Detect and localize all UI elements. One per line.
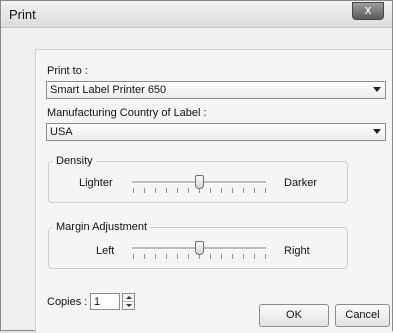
stepper-down-icon[interactable] xyxy=(123,302,134,309)
dialog-title: Print xyxy=(9,7,36,22)
copies-stepper[interactable] xyxy=(122,293,135,310)
margin-max-label: Right xyxy=(284,245,310,257)
print-dialog: Print x Print to : Smart Label Printer 6… xyxy=(0,0,393,333)
density-max-label: Darker xyxy=(284,177,318,189)
printer-select[interactable]: Smart Label Printer 650 xyxy=(46,81,386,99)
country-select[interactable]: USA xyxy=(46,123,386,141)
density-group-title: Density xyxy=(53,155,96,167)
copies-input[interactable]: 1 xyxy=(90,293,120,310)
close-icon: x xyxy=(364,3,372,17)
density-min-label: Lighter xyxy=(79,177,113,189)
ok-button[interactable]: OK xyxy=(259,304,329,327)
cancel-button[interactable]: Cancel xyxy=(335,304,390,327)
printer-select-value: Smart Label Printer 650 xyxy=(50,84,167,96)
print-to-label: Print to : xyxy=(47,65,88,77)
margin-slider-thumb[interactable] xyxy=(195,241,204,255)
copies-label: Copies : xyxy=(47,296,88,308)
close-button[interactable]: x xyxy=(352,2,384,20)
title-bar: Print x xyxy=(1,1,392,28)
margin-min-label: Left xyxy=(96,245,115,257)
country-label: Manufacturing Country of Label : xyxy=(47,107,207,119)
density-slider-thumb[interactable] xyxy=(195,175,204,189)
chevron-down-icon xyxy=(373,87,381,92)
country-select-value: USA xyxy=(50,126,73,138)
stepper-up-icon[interactable] xyxy=(123,294,134,302)
chevron-down-icon xyxy=(373,129,381,134)
margin-group-title: Margin Adjustment xyxy=(53,221,151,233)
